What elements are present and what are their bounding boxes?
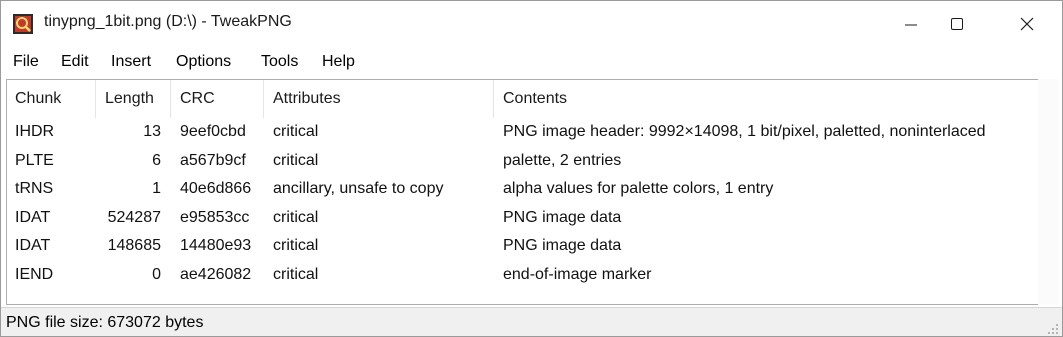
menu-edit[interactable]: Edit: [61, 53, 89, 71]
cell-contents: PNG image data: [503, 209, 622, 226]
cell-attributes: critical: [273, 209, 319, 226]
table-row[interactable]: IEND 0 ae426082 critical end-of-image ma…: [7, 262, 1038, 290]
minimize-button[interactable]: [888, 1, 934, 47]
cell-chunk: IHDR: [15, 123, 55, 140]
cell-length: 0: [152, 266, 161, 283]
column-header-length[interactable]: Length: [105, 90, 154, 108]
menu-tools[interactable]: Tools: [261, 53, 298, 71]
status-bar: PNG file size: 673072 bytes: [1, 307, 1062, 336]
tweakpng-app-icon[interactable]: [13, 14, 33, 34]
cell-length: 524287: [107, 209, 161, 226]
close-button[interactable]: [1004, 1, 1050, 47]
cell-chunk: tRNS: [15, 180, 54, 197]
status-file-size: PNG file size: 673072 bytes: [6, 314, 204, 331]
column-divider[interactable]: [493, 80, 494, 118]
cell-crc: ae426082: [180, 266, 252, 283]
menu-insert[interactable]: Insert: [111, 53, 151, 71]
column-header-crc[interactable]: CRC: [180, 90, 215, 108]
table-row[interactable]: PLTE 6 a567b9cf critical palette, 2 entr…: [7, 148, 1038, 176]
minimize-icon: [905, 24, 917, 26]
cell-length: 13: [143, 123, 161, 140]
menu-help[interactable]: Help: [322, 53, 355, 71]
menu-file[interactable]: File: [13, 53, 39, 71]
cell-length: 6: [152, 152, 161, 169]
close-icon: [1020, 17, 1034, 31]
cell-contents: PNG image data: [503, 237, 622, 254]
cell-attributes: ancillary, unsafe to copy: [273, 180, 444, 197]
menu-bar: File Edit Insert Options Tools Help: [1, 48, 1062, 76]
title-bar[interactable]: tinypng_1bit.png (D:\) - TweakPNG: [1, 1, 1062, 47]
maximize-icon: [951, 18, 963, 30]
cell-length: 1: [152, 180, 161, 197]
cell-contents: palette, 2 entries: [503, 152, 622, 169]
cell-attributes: critical: [273, 123, 319, 140]
column-divider[interactable]: [170, 80, 171, 118]
cell-crc: a567b9cf: [180, 152, 246, 169]
cell-chunk: IDAT: [15, 209, 51, 226]
column-divider[interactable]: [95, 80, 96, 118]
cell-length: 148685: [107, 237, 161, 254]
cell-attributes: critical: [273, 237, 319, 254]
cell-chunk: IDAT: [15, 237, 51, 254]
chunk-list[interactable]: Chunk Length CRC Attributes Contents IHD…: [6, 79, 1039, 305]
table-row[interactable]: tRNS 1 40e6d866 ancillary, unsafe to cop…: [7, 176, 1038, 204]
table-row[interactable]: IDAT 524287 e95853cc critical PNG image …: [7, 205, 1038, 233]
cell-chunk: PLTE: [15, 152, 54, 169]
cell-contents: PNG image header: 9992×14098, 1 bit/pixe…: [503, 123, 986, 140]
maximize-button[interactable]: [934, 1, 980, 47]
cell-crc: 14480e93: [180, 237, 252, 254]
cell-attributes: critical: [273, 152, 319, 169]
cell-crc: 9eef0cbd: [180, 123, 246, 140]
resize-grip-icon[interactable]: [1047, 323, 1059, 335]
column-header-attributes[interactable]: Attributes: [273, 90, 341, 108]
column-header-chunk[interactable]: Chunk: [15, 90, 61, 108]
cell-chunk: IEND: [15, 266, 54, 283]
app-window: tinypng_1bit.png (D:\) - TweakPNG File E…: [0, 0, 1063, 337]
column-divider[interactable]: [263, 80, 264, 118]
table-row[interactable]: IHDR 13 9eef0cbd critical PNG image head…: [7, 119, 1038, 147]
scrollbar-gutter: [1038, 79, 1058, 305]
cell-contents: end-of-image marker: [503, 266, 652, 283]
column-header-contents[interactable]: Contents: [503, 90, 567, 108]
cell-crc: e95853cc: [180, 209, 250, 226]
cell-crc: 40e6d866: [180, 180, 252, 197]
table-row[interactable]: IDAT 148685 14480e93 critical PNG image …: [7, 233, 1038, 261]
menu-options[interactable]: Options: [176, 53, 231, 71]
window-title: tinypng_1bit.png (D:\) - TweakPNG: [44, 13, 292, 30]
cell-contents: alpha values for palette colors, 1 entry: [503, 180, 774, 197]
cell-attributes: critical: [273, 266, 319, 283]
